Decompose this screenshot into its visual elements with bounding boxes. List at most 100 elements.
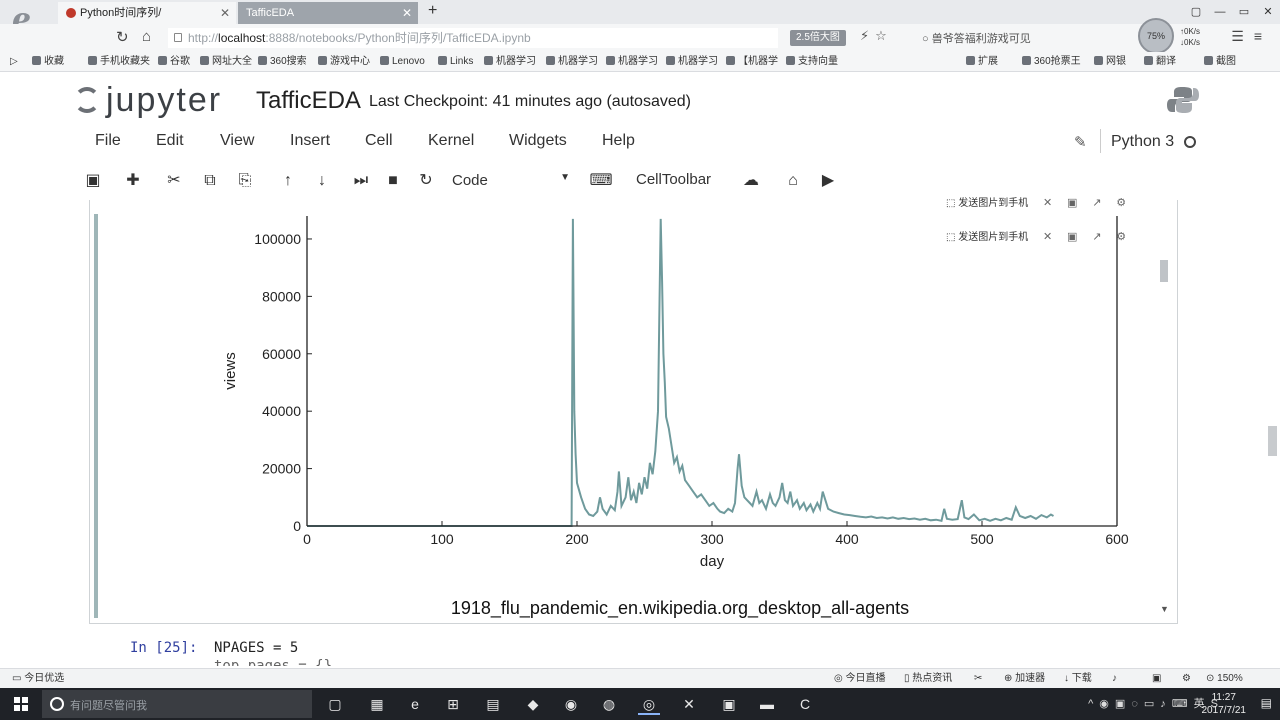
- search-hint[interactable]: ○ 兽爷答福利游戏可见: [922, 30, 1031, 46]
- close-icon[interactable]: ✕: [1043, 230, 1052, 243]
- tray-icon[interactable]: ▣: [1115, 698, 1131, 710]
- app-icon[interactable]: ▬: [756, 693, 778, 715]
- menu-widgets[interactable]: Widgets: [509, 132, 567, 150]
- system-clock[interactable]: 11:27 2017/7/21: [1202, 691, 1247, 717]
- share-icon[interactable]: ↗: [1092, 230, 1101, 243]
- close-window-icon[interactable]: ✕: [1256, 0, 1280, 24]
- run-cell-icon[interactable]: ⏭: [348, 169, 374, 193]
- more-icon[interactable]: ≡: [1254, 28, 1272, 44]
- celltoolbar-label[interactable]: CellToolbar: [636, 171, 711, 188]
- minimize-icon[interactable]: —: [1208, 0, 1232, 24]
- video-icon[interactable]: ▶: [815, 169, 841, 193]
- insert-cell-icon[interactable]: ✚: [120, 169, 146, 193]
- store-icon[interactable]: ⊞: [442, 693, 464, 715]
- gear-icon[interactable]: ⚙: [1116, 230, 1126, 243]
- cut-icon[interactable]: ✂: [161, 169, 187, 193]
- chevron-down-icon[interactable]: ▼: [1160, 604, 1169, 614]
- zoom-badge[interactable]: 2.5倍大图: [790, 30, 846, 46]
- sound-icon[interactable]: ♪: [1112, 669, 1117, 689]
- copy-icon[interactable]: ⧉: [197, 169, 223, 193]
- live-link[interactable]: ◎ 今日直播: [834, 669, 886, 689]
- notebook-name[interactable]: TafficEDA: [256, 87, 361, 115]
- restore-icon[interactable]: ▢: [1184, 0, 1208, 24]
- home-icon[interactable]: ⌂: [142, 28, 151, 45]
- menu-file[interactable]: File: [95, 132, 121, 150]
- command-palette-icon[interactable]: ⌨: [588, 169, 614, 193]
- bookmark-item[interactable]: 【机器学: [726, 52, 778, 71]
- daily-picks-link[interactable]: ▭ 今日优选: [12, 669, 64, 689]
- tools-icon[interactable]: ⚙: [1182, 669, 1191, 689]
- gear-icon[interactable]: ⚙: [1116, 196, 1126, 209]
- taskbar-search[interactable]: 有问题尽管问我: [42, 690, 312, 718]
- app-icon[interactable]: ▦: [366, 693, 388, 715]
- app-icon[interactable]: ▤: [482, 693, 504, 715]
- close-icon[interactable]: ✕: [1043, 196, 1052, 209]
- menu-cell[interactable]: Cell: [365, 132, 393, 150]
- cell-type-select[interactable]: Code ▼: [452, 172, 570, 189]
- browser-app-icon[interactable]: ◎: [638, 693, 660, 715]
- bookmark-item[interactable]: 手机收藏夹: [88, 52, 150, 71]
- paste-icon[interactable]: ⎘: [232, 169, 258, 193]
- save-icon[interactable]: ▣: [80, 169, 106, 193]
- interrupt-icon[interactable]: ■: [380, 169, 406, 193]
- save-image-icon[interactable]: ▣: [1067, 196, 1077, 209]
- reload-icon[interactable]: ↻: [116, 28, 129, 46]
- bookmark-item[interactable]: 翻译: [1144, 52, 1176, 71]
- bookmark-icon[interactable]: ☰: [1231, 28, 1254, 44]
- new-tab-button[interactable]: +: [428, 2, 437, 20]
- menu-help[interactable]: Help: [602, 132, 635, 150]
- maximize-icon[interactable]: ▭: [1232, 0, 1256, 24]
- tray-arrow-icon[interactable]: ^: [1088, 698, 1099, 710]
- code-line[interactable]: NPAGES = 5: [214, 640, 298, 656]
- bookmarks-toggle-icon[interactable]: ▷: [10, 52, 18, 71]
- page-scrollbar-thumb[interactable]: [1268, 426, 1277, 456]
- upload-cloud-icon[interactable]: ☁: [738, 169, 764, 193]
- bookmark-item[interactable]: Links: [438, 52, 473, 71]
- bookmark-item[interactable]: 网银: [1094, 52, 1126, 71]
- screenshot-icon[interactable]: ✂: [974, 669, 982, 689]
- bookmark-item[interactable]: 截图: [1204, 52, 1236, 71]
- volume-icon[interactable]: ♪: [1160, 698, 1172, 710]
- bookmark-item[interactable]: 支持向量: [786, 52, 838, 71]
- app-icon[interactable]: ◍: [598, 693, 620, 715]
- page-zoom[interactable]: ⊙ 150%: [1206, 669, 1243, 689]
- star-icon[interactable]: ☆: [875, 28, 893, 43]
- bookmark-item[interactable]: 机器学习: [546, 52, 598, 71]
- app-icon[interactable]: ◆: [522, 693, 544, 715]
- lightning-icon[interactable]: ⚡: [860, 28, 875, 43]
- notification-icon[interactable]: ▤: [1261, 696, 1272, 710]
- send-to-phone-button[interactable]: ⬚ 发送图片到手机: [946, 198, 1028, 209]
- kernel-name[interactable]: Python 3: [1111, 133, 1174, 151]
- bookmark-item[interactable]: 收藏: [32, 52, 64, 71]
- start-button[interactable]: [0, 688, 42, 720]
- tray-icon[interactable]: ◉: [1099, 698, 1115, 710]
- bookmark-item[interactable]: 机器学习: [484, 52, 536, 71]
- tab-python-timeseries[interactable]: Python时间序列/ ✕: [58, 2, 236, 24]
- bookmark-item[interactable]: Lenovo: [380, 52, 425, 71]
- gift-icon[interactable]: ⌂: [780, 169, 806, 193]
- move-down-icon[interactable]: ↓: [309, 169, 335, 193]
- bookmark-item[interactable]: 360搜索: [258, 52, 307, 71]
- tray-icon[interactable]: ◌: [1131, 698, 1144, 710]
- bookmark-item[interactable]: 游戏中心: [318, 52, 370, 71]
- menu-edit[interactable]: Edit: [156, 132, 184, 150]
- app-icon[interactable]: ✕: [678, 693, 700, 715]
- restart-kernel-icon[interactable]: ↻: [413, 169, 439, 193]
- bookmark-item[interactable]: 扩展: [966, 52, 998, 71]
- download-link[interactable]: ↓ 下载: [1064, 669, 1092, 689]
- network-icon[interactable]: ▭: [1144, 698, 1160, 710]
- accelerator-link[interactable]: ⊕ 加速器: [1004, 669, 1045, 689]
- share-icon[interactable]: ↗: [1092, 196, 1101, 209]
- move-up-icon[interactable]: ↑: [275, 169, 301, 193]
- bookmark-item[interactable]: 360抢票王: [1022, 52, 1081, 71]
- edge-browser-icon[interactable]: e: [404, 693, 426, 715]
- task-view-icon[interactable]: ▢: [324, 693, 346, 715]
- tab-tafficeda[interactable]: TafficEDA ✕: [238, 2, 418, 24]
- keyboard-icon[interactable]: ⌨: [1172, 698, 1194, 710]
- close-tab-icon[interactable]: ✕: [402, 2, 412, 24]
- window-icon[interactable]: ▣: [1152, 669, 1161, 689]
- bookmark-item[interactable]: 谷歌: [158, 52, 190, 71]
- menu-insert[interactable]: Insert: [290, 132, 330, 150]
- news-link[interactable]: ▯ 热点资讯: [904, 669, 952, 689]
- menu-kernel[interactable]: Kernel: [428, 132, 474, 150]
